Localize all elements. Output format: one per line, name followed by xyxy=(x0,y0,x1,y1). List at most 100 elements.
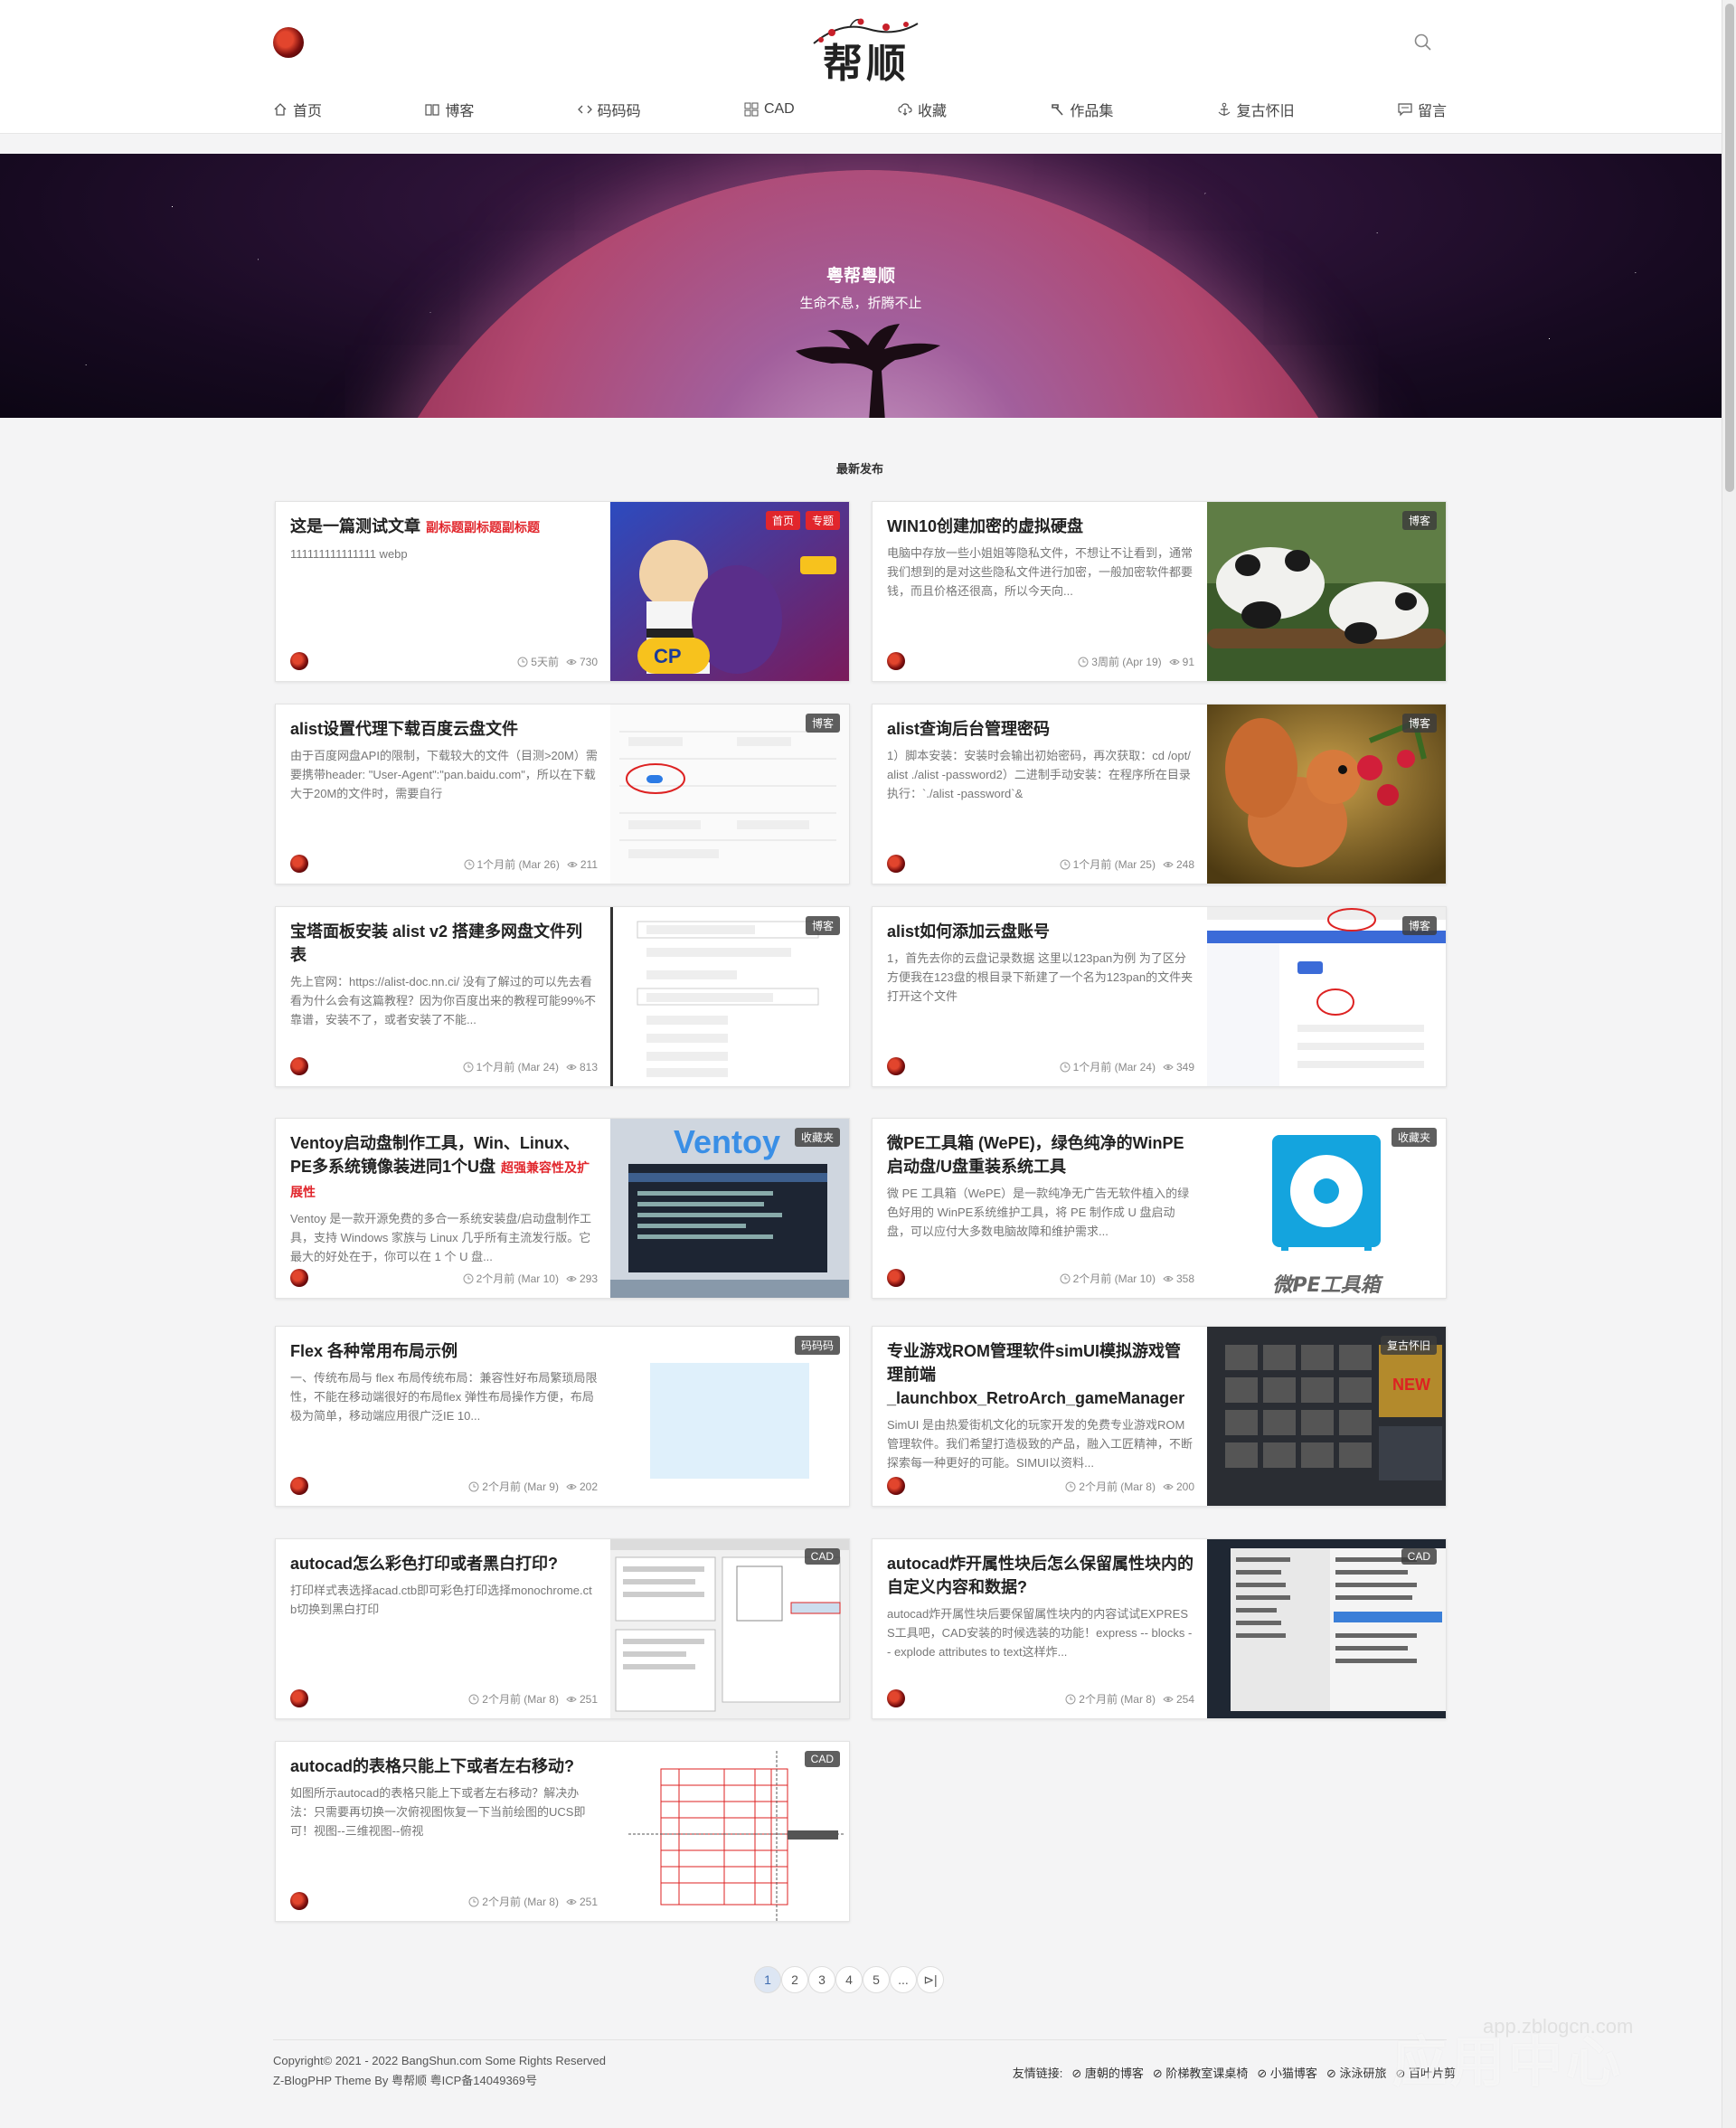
pagination: 1 2 3 4 5... ⊳| xyxy=(754,1966,944,1993)
post-thumbnail[interactable]: 码码码 xyxy=(610,1327,849,1506)
nav-item-portfolio[interactable]: 作品集 xyxy=(1050,99,1113,120)
post-thumbnail[interactable]: CP 首页 专题 xyxy=(610,502,849,681)
post-title[interactable]: 微PE工具箱 (WePE)，绿色纯净的WinPE启动盘/U盘重装系统工具 xyxy=(887,1131,1194,1178)
post-thumbnail[interactable]: 博客 xyxy=(610,907,849,1086)
author-avatar[interactable] xyxy=(887,855,905,873)
category-tag[interactable]: 博客 xyxy=(1401,916,1437,935)
post-card[interactable]: WIN10创建加密的虚拟硬盘 电脑中存放一些小姐姐等隐私文件，不想让不让看到，通… xyxy=(872,501,1447,682)
post-thumbnail[interactable]: NEW 复古怀旧 xyxy=(1207,1327,1446,1506)
page-button[interactable]: 3 xyxy=(808,1966,835,1993)
category-tag[interactable]: CAD xyxy=(804,1751,840,1767)
category-tag[interactable]: 首页 xyxy=(765,511,800,530)
category-tag[interactable]: 博客 xyxy=(1401,511,1437,530)
post-card[interactable]: autocad的表格只能上下或者左右移动? 如图所示autocad的表格只能上下… xyxy=(275,1741,850,1922)
post-thumbnail[interactable]: 微PE工具箱 收藏夹 xyxy=(1207,1119,1446,1298)
last-page-button[interactable]: ⊳| xyxy=(917,1966,944,1993)
post-card[interactable]: alist设置代理下载百度云盘文件 由于百度网盘API的限制，下载较大的文件（目… xyxy=(275,704,850,884)
page-button[interactable]: 4 xyxy=(835,1966,863,1993)
category-tag[interactable]: 收藏夹 xyxy=(794,1128,840,1147)
post-tags: 收藏夹 xyxy=(794,1128,840,1147)
author-avatar[interactable] xyxy=(887,1057,905,1075)
post-title[interactable]: alist查询后台管理密码 xyxy=(887,717,1194,741)
post-title[interactable]: 专业游戏ROM管理软件simUI模拟游戏管理前端_launchbox_Retro… xyxy=(887,1339,1194,1410)
post-title[interactable]: WIN10创建加密的虚拟硬盘 xyxy=(887,515,1194,538)
post-thumbnail[interactable]: CAD xyxy=(610,1742,849,1921)
scrollbar-thumb[interactable] xyxy=(1725,4,1734,492)
author-avatar[interactable] xyxy=(290,1689,308,1707)
page-button[interactable]: 2 xyxy=(781,1966,808,1993)
author-avatar[interactable] xyxy=(290,1477,308,1495)
site-avatar[interactable] xyxy=(273,27,304,58)
post-title[interactable]: autocad的表格只能上下或者左右移动? xyxy=(290,1754,598,1778)
post-card[interactable]: 专业游戏ROM管理软件simUI模拟游戏管理前端_launchbox_Retro… xyxy=(872,1326,1447,1507)
post-thumbnail[interactable]: 博客 xyxy=(1207,705,1446,884)
author-avatar[interactable] xyxy=(290,1057,308,1075)
category-tag[interactable]: 码码码 xyxy=(794,1336,840,1355)
author-avatar[interactable] xyxy=(290,855,308,873)
post-stats: 3周前 (Apr 19) 91 xyxy=(1078,654,1194,669)
nav-item-favorites[interactable]: 收藏 xyxy=(898,99,947,120)
post-thumbnail[interactable]: 博客 xyxy=(610,705,849,884)
post-thumbnail[interactable]: Ventoy 收藏夹 xyxy=(610,1119,849,1298)
post-title[interactable]: Ventoy启动盘制作工具，Win、Linux、PE多系统镜像装进同1个U盘 超强… xyxy=(290,1131,598,1204)
category-tag[interactable]: CAD xyxy=(1401,1548,1437,1565)
post-thumbnail[interactable]: 博客 xyxy=(1207,502,1446,681)
nav-item-cad[interactable]: CAD xyxy=(744,101,795,118)
nav-item-blog[interactable]: 博客 xyxy=(425,99,474,120)
category-tag[interactable]: 博客 xyxy=(1401,714,1437,733)
author-avatar[interactable] xyxy=(887,1689,905,1707)
search-icon[interactable] xyxy=(1413,33,1433,52)
eye-icon xyxy=(566,1483,577,1490)
clock-icon xyxy=(517,657,528,667)
post-card[interactable]: alist查询后台管理密码 1）脚本安装：安装时会输出初始密码，再次获取：cd … xyxy=(872,704,1447,884)
post-card[interactable]: alist如何添加云盘账号 1，首先去你的云盘记录数据 这里以123pan为例 … xyxy=(872,906,1447,1087)
banner-subtitle: 生命不息，折腾不止 xyxy=(799,296,922,311)
category-tag[interactable]: CAD xyxy=(804,1548,840,1565)
post-title[interactable]: Flex 各种常用布局示例 xyxy=(290,1339,598,1363)
category-tag[interactable]: 收藏夹 xyxy=(1391,1128,1437,1147)
eye-icon xyxy=(1163,1275,1174,1282)
eye-icon xyxy=(1168,658,1180,665)
page-scrollbar[interactable] xyxy=(1722,0,1736,2128)
post-title[interactable]: 这是一篇测试文章 副标题副标题副标题 xyxy=(290,515,598,539)
post-card[interactable]: autocad炸开属性块后怎么保留属性块内的自定义内容和数据? autocad炸… xyxy=(872,1538,1447,1719)
author-avatar[interactable] xyxy=(887,652,905,670)
author-avatar[interactable] xyxy=(887,1269,905,1287)
post-card[interactable]: 这是一篇测试文章 副标题副标题副标题 111111111111111 webp 5… xyxy=(275,501,850,682)
post-title[interactable]: autocad怎么彩色打印或者黑白打印? xyxy=(290,1552,598,1575)
friend-link[interactable]: ⊘ 泳泳研旅 xyxy=(1326,2064,1387,2081)
nav-item-message[interactable]: 留言 xyxy=(1398,99,1447,120)
post-thumbnail[interactable]: 博客 xyxy=(1207,907,1446,1086)
category-tag[interactable]: 专题 xyxy=(805,511,840,530)
post-card[interactable]: 宝塔面板安装 alist v2 搭建多网盘文件列表 先上官网：https://a… xyxy=(275,906,850,1087)
category-tag[interactable]: 复古怀旧 xyxy=(1380,1336,1437,1355)
post-title[interactable]: autocad炸开属性块后怎么保留属性块内的自定义内容和数据? xyxy=(887,1552,1194,1599)
post-title[interactable]: alist设置代理下载百度云盘文件 xyxy=(290,717,598,741)
page-button[interactable]: 1 xyxy=(754,1966,781,1993)
post-card[interactable]: Ventoy启动盘制作工具，Win、Linux、PE多系统镜像装进同1个U盘 超强… xyxy=(275,1118,850,1299)
post-title[interactable]: alist如何添加云盘账号 xyxy=(887,920,1194,943)
author-avatar[interactable] xyxy=(290,1892,308,1910)
page-button[interactable]: 5 xyxy=(863,1966,890,1993)
nav-item-code[interactable]: 码码码 xyxy=(577,99,641,120)
friend-link[interactable]: ⊘ 唐朝的博客 xyxy=(1071,2064,1144,2081)
post-views: 358 xyxy=(1163,1272,1194,1285)
post-card[interactable]: Flex 各种常用布局示例 一、传统布局与 flex 布局传统布局：兼容性好布局… xyxy=(275,1326,850,1507)
author-avatar[interactable] xyxy=(290,652,308,670)
friend-link[interactable]: ⊘ 小猫博客 xyxy=(1257,2064,1317,2081)
post-card[interactable]: autocad怎么彩色打印或者黑白打印? 打印样式表选择acad.ctb即可彩色… xyxy=(275,1538,850,1719)
banner-title: 粤帮粤顺 xyxy=(826,267,895,286)
post-thumbnail[interactable]: CAD xyxy=(1207,1539,1446,1718)
author-avatar[interactable] xyxy=(887,1477,905,1495)
nav-item-home[interactable]: 首页 xyxy=(273,99,322,120)
author-avatar[interactable] xyxy=(290,1269,308,1287)
post-title[interactable]: 宝塔面板安装 alist v2 搭建多网盘文件列表 xyxy=(290,920,598,967)
category-tag[interactable]: 博客 xyxy=(805,714,840,733)
friend-link[interactable]: ⊘ 阶梯教室课桌椅 xyxy=(1153,2064,1249,2081)
category-tag[interactable]: 博客 xyxy=(805,916,840,935)
site-logo[interactable]: 帮顺 xyxy=(796,7,931,87)
post-card[interactable]: 微PE工具箱 (WePE)，绿色纯净的WinPE启动盘/U盘重装系统工具 微 P… xyxy=(872,1118,1447,1299)
nav-item-retro[interactable]: 复古怀旧 xyxy=(1217,99,1295,120)
post-thumbnail[interactable]: CAD xyxy=(610,1539,849,1718)
clock-icon xyxy=(1060,1273,1071,1283)
